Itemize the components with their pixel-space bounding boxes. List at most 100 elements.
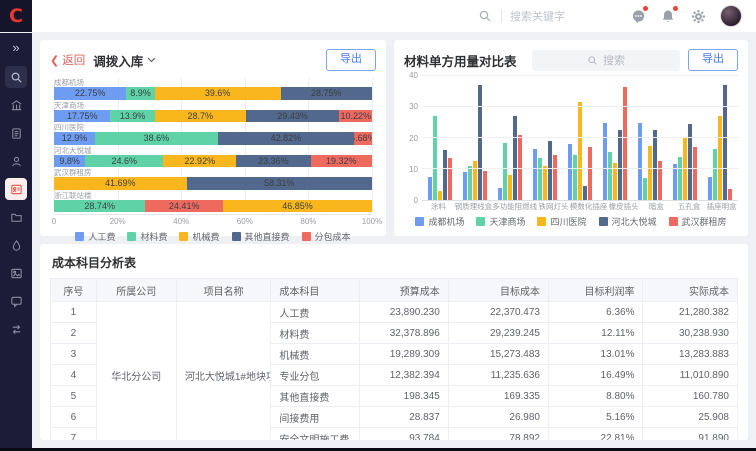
bar[interactable] bbox=[708, 177, 712, 200]
bar-segment[interactable]: 8.9% bbox=[126, 87, 154, 100]
bar[interactable] bbox=[573, 155, 577, 200]
bar[interactable] bbox=[438, 191, 442, 200]
bar[interactable] bbox=[618, 130, 622, 200]
legend-item[interactable]: 其他直接费 bbox=[232, 230, 290, 243]
bar[interactable] bbox=[548, 141, 552, 200]
sidebar-item-projects[interactable] bbox=[5, 206, 27, 228]
bar-segment[interactable]: 58.31% bbox=[187, 177, 372, 190]
bar-segment[interactable]: 22.92% bbox=[163, 155, 236, 168]
bar[interactable] bbox=[538, 158, 542, 200]
bar[interactable] bbox=[508, 175, 512, 200]
legend-item[interactable]: 人工费 bbox=[75, 230, 115, 243]
bar[interactable] bbox=[713, 149, 717, 200]
bar[interactable] bbox=[483, 171, 487, 200]
bar-segment[interactable]: 29.43% bbox=[246, 110, 340, 123]
bar[interactable] bbox=[648, 146, 652, 200]
bar-segment[interactable]: 5.68% bbox=[354, 132, 372, 145]
bar[interactable] bbox=[603, 123, 607, 201]
sidebar-item-search[interactable] bbox=[5, 66, 27, 88]
export-button-right[interactable]: 导出 bbox=[688, 49, 738, 70]
settings-gear-icon[interactable] bbox=[690, 8, 706, 24]
legend-item[interactable]: 机械费 bbox=[179, 230, 219, 243]
panel-search-input[interactable]: 搜索 bbox=[532, 50, 680, 71]
bell-icon[interactable] bbox=[660, 8, 676, 24]
legend-item[interactable]: 四川医院 bbox=[537, 215, 586, 228]
bar-segment[interactable]: 41.69% bbox=[54, 177, 187, 190]
bar[interactable] bbox=[728, 189, 732, 200]
bar[interactable] bbox=[623, 87, 627, 200]
bar-segment[interactable]: 28.74% bbox=[54, 200, 145, 213]
global-search-placeholder[interactable]: 搜索关键字 bbox=[510, 8, 620, 24]
bar-segment[interactable]: 17.75% bbox=[54, 110, 110, 123]
bar-segment[interactable]: 23.36% bbox=[236, 155, 310, 168]
bar[interactable] bbox=[718, 116, 722, 200]
bar[interactable] bbox=[583, 186, 587, 200]
bar-segment[interactable]: 28.7% bbox=[155, 110, 246, 123]
bar[interactable] bbox=[653, 130, 657, 200]
user-avatar[interactable] bbox=[720, 5, 742, 27]
bar-segment[interactable]: 38.6% bbox=[95, 132, 218, 145]
bar[interactable] bbox=[463, 172, 467, 200]
bar[interactable] bbox=[588, 147, 592, 200]
bar[interactable] bbox=[433, 116, 437, 200]
sidebar-item-messages[interactable] bbox=[5, 290, 27, 312]
bar-segment[interactable]: 24.6% bbox=[85, 155, 163, 168]
bar[interactable] bbox=[678, 157, 682, 200]
bar[interactable] bbox=[723, 85, 727, 200]
bar[interactable] bbox=[443, 150, 447, 200]
bar[interactable] bbox=[553, 155, 557, 200]
sidebar-item-materials[interactable] bbox=[5, 234, 27, 256]
sidebar-expand-icon[interactable]: » bbox=[12, 40, 19, 55]
legend-item[interactable]: 材料费 bbox=[127, 230, 167, 243]
bar[interactable] bbox=[498, 188, 502, 200]
bar[interactable] bbox=[503, 143, 507, 200]
messages-icon[interactable] bbox=[630, 8, 646, 24]
bar-segment[interactable]: 28.75% bbox=[281, 87, 372, 100]
bar-segment[interactable]: 46.85% bbox=[223, 200, 372, 213]
legend-item[interactable]: 成都机场 bbox=[415, 215, 464, 228]
bar[interactable] bbox=[638, 123, 642, 201]
back-link[interactable]: ❮ 返回 bbox=[50, 52, 85, 68]
bar-segment[interactable]: 22.75% bbox=[54, 87, 126, 100]
sidebar-item-users[interactable] bbox=[5, 150, 27, 172]
sidebar-item-documents[interactable] bbox=[5, 122, 27, 144]
chevron-down-icon[interactable] bbox=[147, 57, 156, 63]
bar[interactable] bbox=[533, 149, 537, 200]
chat-icon bbox=[10, 295, 23, 308]
bar[interactable] bbox=[608, 152, 612, 200]
legend-item[interactable]: 河北大悦城 bbox=[599, 215, 657, 228]
export-button-left[interactable]: 导出 bbox=[326, 49, 376, 70]
bar[interactable] bbox=[578, 102, 582, 200]
sidebar-item-transfer[interactable] bbox=[5, 318, 27, 340]
bar[interactable] bbox=[688, 124, 692, 200]
bar-segment[interactable]: 13.9% bbox=[110, 110, 154, 123]
bar[interactable] bbox=[513, 116, 517, 200]
bar-segment[interactable]: 24.41% bbox=[145, 200, 223, 213]
sidebar-item-reports[interactable] bbox=[5, 262, 27, 284]
bar-segment[interactable]: 19.32% bbox=[311, 155, 372, 168]
bar-segment[interactable]: 12.9% bbox=[54, 132, 95, 145]
bar[interactable] bbox=[428, 177, 432, 200]
bar[interactable] bbox=[468, 166, 472, 200]
legend-item[interactable]: 天津商场 bbox=[476, 215, 525, 228]
global-search[interactable]: 搜索关键字 bbox=[477, 8, 620, 24]
bar[interactable] bbox=[478, 85, 482, 200]
bar-segment[interactable]: 9.8% bbox=[54, 155, 85, 168]
bar[interactable] bbox=[643, 178, 647, 200]
bar[interactable] bbox=[683, 138, 687, 200]
app-logo[interactable]: C bbox=[0, 0, 32, 32]
bar[interactable] bbox=[673, 164, 677, 200]
bar-segment[interactable]: 42.82% bbox=[218, 132, 354, 145]
bar[interactable] bbox=[448, 158, 452, 200]
sidebar-item-company[interactable] bbox=[5, 94, 27, 116]
legend-item[interactable]: 武汉群租房 bbox=[669, 215, 727, 228]
x-axis-label: 多功能阻燃线 bbox=[492, 201, 537, 212]
bar[interactable] bbox=[543, 166, 547, 200]
bar[interactable] bbox=[568, 144, 572, 200]
bar-segment[interactable]: 39.6% bbox=[155, 87, 281, 100]
sidebar-item-cost-active[interactable] bbox=[5, 178, 27, 200]
legend-item[interactable]: 分包成本 bbox=[302, 230, 351, 243]
panel-title[interactable]: 调拨入库 bbox=[93, 51, 143, 70]
bar-segment[interactable]: 10.22% bbox=[339, 110, 371, 123]
bar[interactable] bbox=[693, 147, 697, 200]
